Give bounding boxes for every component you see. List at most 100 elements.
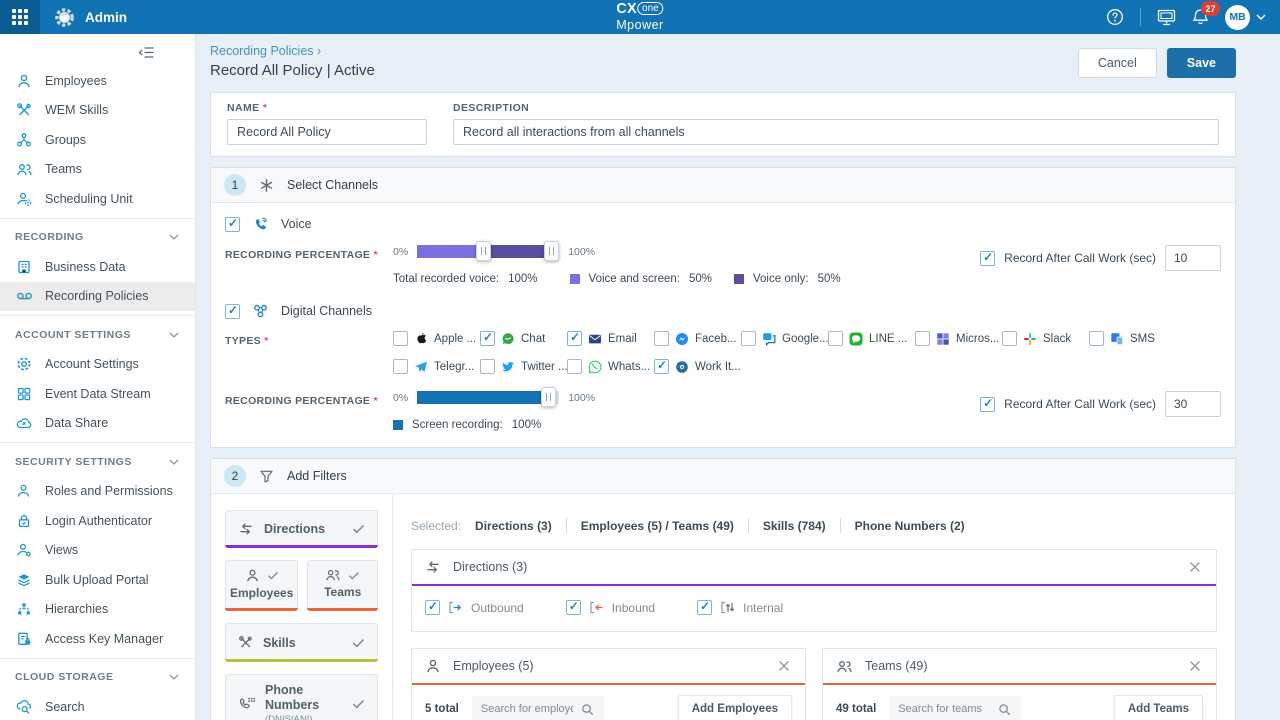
filter-button-directions[interactable]: Directions xyxy=(225,510,378,548)
sms-checkbox xyxy=(1089,331,1104,346)
sidebar-section-cloud-storage[interactable]: CLOUD STORAGE xyxy=(0,663,195,693)
admin-gear-icon xyxy=(53,6,76,29)
people-icon xyxy=(15,162,33,177)
cloud-share-icon xyxy=(15,416,33,430)
type-facebook-messenger[interactable]: Faceb... xyxy=(654,331,741,346)
sidebar-item-groups[interactable]: Groups xyxy=(0,125,195,155)
header-divider xyxy=(1140,8,1141,26)
close-icon[interactable] xyxy=(776,658,792,674)
acw-digital-checkbox[interactable] xyxy=(980,397,995,412)
slider-handle[interactable] xyxy=(541,387,556,407)
slack-checkbox xyxy=(1002,331,1017,346)
close-icon[interactable] xyxy=(1187,658,1203,674)
type-google-chat[interactable]: Google... xyxy=(741,331,828,346)
acw-digital-input[interactable] xyxy=(1165,391,1221,417)
check-icon xyxy=(352,524,365,534)
sidebar-item-login-authenticator[interactable]: Login Authenticator xyxy=(0,506,195,536)
type-email[interactable]: Email xyxy=(567,331,654,346)
check-icon xyxy=(352,638,365,648)
add-teams-button[interactable]: Add Teams xyxy=(1114,695,1203,720)
google-chat-icon xyxy=(762,332,776,346)
digital-slider-legend: Screen recording:100% xyxy=(393,419,960,431)
sidebar-item-account-settings[interactable]: Account Settings xyxy=(0,350,195,380)
user-menu[interactable]: MB xyxy=(1225,5,1266,30)
whatsapp-icon xyxy=(588,360,602,374)
name-input[interactable] xyxy=(227,119,427,145)
sidebar-item-views[interactable]: Views xyxy=(0,536,195,566)
teams-search-input[interactable] xyxy=(898,703,990,715)
employees-search-input[interactable] xyxy=(481,703,573,715)
filter-button-employees[interactable]: Employees xyxy=(225,560,298,611)
sidebar-item-business-data[interactable]: Business Data xyxy=(0,252,195,282)
breadcrumb[interactable]: Recording Policies › xyxy=(210,44,375,58)
type-microsoft-teams[interactable]: Micros... xyxy=(915,331,1002,346)
chevron-down-icon xyxy=(169,234,179,240)
sidebar-item-employees[interactable]: Employees xyxy=(0,66,195,96)
sidebar-item-recording-policies[interactable]: Recording Policies xyxy=(0,282,195,312)
voice-recording-slider[interactable] xyxy=(417,245,559,258)
type-apple-messages[interactable]: Apple ... xyxy=(393,331,480,346)
help-icon[interactable] xyxy=(1106,8,1124,26)
selected-employees-teams[interactable]: Employees (5) / Teams (49) xyxy=(581,519,734,533)
notifications-bell-icon[interactable]: 27 xyxy=(1192,8,1209,26)
digital-channels-checkbox[interactable] xyxy=(225,304,240,319)
building-icon xyxy=(15,259,33,275)
close-icon[interactable] xyxy=(1187,559,1203,575)
sidebar-item-access-key-manager[interactable]: Access Key Manager xyxy=(0,624,195,654)
selected-directions[interactable]: Directions (3) xyxy=(475,519,552,533)
sidebar-divider xyxy=(0,315,195,316)
voice-slider-legend: Total recorded voice:100% Voice and scre… xyxy=(393,273,960,285)
direction-inbound[interactable]: Inbound xyxy=(566,600,655,615)
screen-share-icon[interactable] xyxy=(1157,9,1176,26)
sidebar-item-teams[interactable]: Teams xyxy=(0,155,195,185)
slider-handle-1[interactable] xyxy=(476,241,491,261)
type-chat[interactable]: Chat xyxy=(480,331,567,346)
acw-voice-input[interactable] xyxy=(1165,245,1221,271)
apple-checkbox xyxy=(393,331,408,346)
tools-icon xyxy=(15,102,33,118)
direction-internal[interactable]: Internal xyxy=(697,600,783,615)
type-slack[interactable]: Slack xyxy=(1002,331,1089,346)
sidebar-section-security-settings[interactable]: SECURITY SETTINGS xyxy=(0,447,195,477)
sidebar-item-roles-and-permissions[interactable]: Roles and Permissions xyxy=(0,477,195,507)
voice-checkbox[interactable] xyxy=(225,217,240,232)
slider-handle-2[interactable] xyxy=(544,241,559,261)
type-telegram[interactable]: Telegr... xyxy=(393,359,480,374)
acw-voice-checkbox[interactable] xyxy=(980,251,995,266)
digital-channels-label: Digital Channels xyxy=(281,304,372,318)
type-work-item[interactable]: Work It... xyxy=(654,359,741,374)
save-button[interactable]: Save xyxy=(1167,48,1236,78)
selected-phone-numbers[interactable]: Phone Numbers (2) xyxy=(855,519,965,533)
sidebar-item-wem-skills[interactable]: WEM Skills xyxy=(0,96,195,126)
app-launcher-button[interactable] xyxy=(0,0,40,34)
type-whatsapp[interactable]: Whats... xyxy=(567,359,654,374)
sidebar-item-scheduling-unit[interactable]: Scheduling Unit xyxy=(0,184,195,214)
chevron-down-icon xyxy=(1256,14,1266,20)
direction-outbound[interactable]: Outbound xyxy=(425,600,524,615)
slider-max-label: 100% xyxy=(568,392,595,404)
sidebar-section-account-settings[interactable]: ACCOUNT SETTINGS xyxy=(0,320,195,350)
filter-button-teams[interactable]: Teams xyxy=(307,560,378,611)
description-input[interactable] xyxy=(453,119,1219,145)
sidebar-item-data-share[interactable]: Data Share xyxy=(0,409,195,439)
directions-panel: Directions (3) Outbound xyxy=(411,549,1217,632)
sidebar-collapse-icon[interactable] xyxy=(138,46,155,66)
type-line[interactable]: LINE ... xyxy=(828,331,915,346)
sidebar-section-recording[interactable]: RECORDING xyxy=(0,223,195,253)
sidebar-item-hierarchies[interactable]: Hierarchies xyxy=(0,595,195,625)
type-sms[interactable]: SMS xyxy=(1089,331,1176,346)
sidebar-item-event-data-stream[interactable]: Event Data Stream xyxy=(0,379,195,409)
sidebar: Employees WEM Skills Groups Teams Schedu… xyxy=(0,34,196,720)
cancel-button[interactable]: Cancel xyxy=(1078,48,1157,78)
sidebar-item-bulk-upload-portal[interactable]: Bulk Upload Portal xyxy=(0,565,195,595)
type-twitter[interactable]: Twitter ... xyxy=(480,359,567,374)
add-employees-button[interactable]: Add Employees xyxy=(678,695,792,720)
filter-button-phone-numbers[interactable]: Phone Numbers(DNIS/ANI) xyxy=(225,674,378,720)
check-icon xyxy=(267,571,279,580)
screen-recording-slider[interactable] xyxy=(417,391,559,404)
sidebar-item-search[interactable]: Search xyxy=(0,692,195,720)
filter-button-skills[interactable]: Skills xyxy=(225,623,378,662)
section-title: Add Filters xyxy=(287,469,347,483)
selected-skills[interactable]: Skills (784) xyxy=(763,519,826,533)
screen-recording-segment xyxy=(417,391,548,404)
